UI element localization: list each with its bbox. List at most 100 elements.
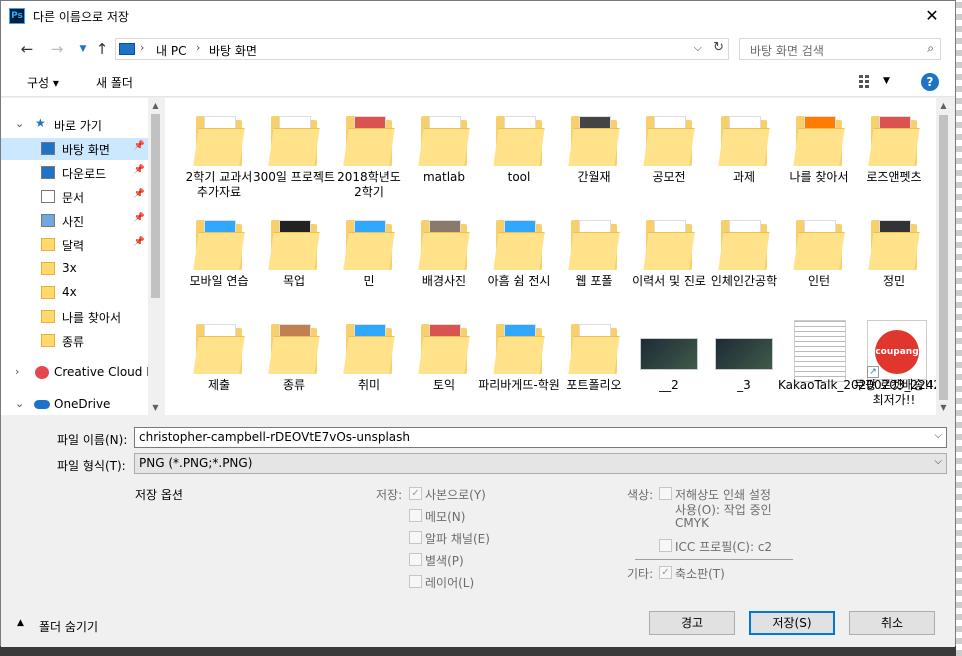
folder-item[interactable]: 과제 — [707, 104, 781, 204]
breadcrumb-desktop[interactable]: 바탕 화면 — [209, 42, 257, 59]
hide-folders-button[interactable]: ▲ 폴더 숨기기 — [17, 618, 98, 635]
view-options-icon[interactable] — [859, 75, 875, 89]
close-icon[interactable]: ✕ — [909, 1, 955, 31]
scroll-down-icon[interactable]: ▼ — [148, 400, 163, 415]
recent-locations-chevron-icon[interactable]: ▼ — [73, 39, 93, 59]
folder-item[interactable]: 2018학년도 2학기 — [332, 104, 406, 204]
thumbnail-checkbox[interactable]: ✓ — [659, 566, 672, 579]
folder-item[interactable]: 종류 — [257, 312, 331, 412]
sidebar-item-label: 다운로드 — [62, 167, 107, 181]
sidebar-item[interactable]: 종류 — [1, 330, 149, 352]
folder-item[interactable]: 민 — [332, 208, 406, 308]
back-arrow-icon[interactable]: ← — [17, 39, 37, 59]
folder-item[interactable]: 공모전 — [632, 104, 706, 204]
file-item[interactable]: __2 — [632, 312, 706, 412]
folder-thumbnail — [268, 218, 320, 274]
folder-item[interactable]: matlab — [407, 104, 481, 204]
chevron-down-icon[interactable]: ⌵ — [934, 430, 942, 441]
sidebar-item[interactable]: 사진 📌 — [1, 210, 149, 232]
filetype-select[interactable]: PNG (*.PNG;*.PNG) ⌵ — [134, 453, 947, 474]
sidebar-item[interactable]: 달력 📌 — [1, 234, 149, 256]
filename-input[interactable]: christopher-campbell-rDEOVtE7vOs-unsplas… — [134, 427, 947, 448]
file-name: 아흠 쉼 전시 — [487, 274, 551, 288]
sidebar-item[interactable]: 다운로드 📌 — [1, 162, 149, 184]
folder-item[interactable]: 정민 — [857, 208, 931, 308]
icc-profile-checkbox[interactable] — [659, 539, 672, 552]
onedrive[interactable]: ⌄ OneDrive — [1, 394, 149, 415]
scroll-down-icon[interactable]: ▼ — [936, 400, 951, 415]
refresh-icon[interactable]: ↻ — [713, 40, 724, 55]
chevron-down-icon[interactable]: ⌵ — [934, 456, 942, 467]
save-button[interactable]: 저장(S) — [749, 611, 835, 635]
chevron-down-icon[interactable]: ⌄ — [15, 397, 24, 410]
folder-item[interactable]: 이력서 및 진로 — [632, 208, 706, 308]
folder-item[interactable]: 배경사진 — [407, 208, 481, 308]
file-item[interactable]: KakaoTalk_20200203_22425584 — [778, 312, 951, 412]
color-proof-checkbox[interactable] — [659, 487, 672, 500]
save-option-checkbox[interactable] — [409, 531, 422, 544]
shortcut-thumbnail: coupang ↗ — [867, 320, 927, 380]
sidebar-item[interactable]: 바탕 화면 📌 — [1, 138, 149, 160]
folder-icon — [41, 238, 55, 251]
folder-item[interactable]: 아흠 쉼 전시 — [482, 208, 556, 308]
nav-scroll-thumb[interactable] — [151, 114, 160, 298]
folder-item[interactable]: 인턴 — [782, 208, 856, 308]
view-dropdown-icon[interactable]: ▼ — [883, 76, 890, 86]
chevron-down-icon[interactable]: ⌄ — [15, 117, 24, 130]
save-option-checkbox[interactable] — [409, 575, 422, 588]
sidebar-item[interactable]: 나를 찾아서 — [1, 306, 149, 328]
save-option-checkbox[interactable] — [409, 509, 422, 522]
cancel-button[interactable]: 취소 — [849, 611, 935, 635]
folder-item[interactable]: 로즈앤펫츠 — [857, 104, 931, 204]
chevron-right-icon[interactable]: › — [15, 365, 19, 378]
save-option-checkbox[interactable] — [409, 553, 422, 566]
folder-item[interactable]: 모바일 연습 — [182, 208, 256, 308]
sidebar-item-label: 4x — [62, 285, 77, 299]
scroll-up-icon[interactable]: ▲ — [936, 98, 951, 113]
creative-cloud-files[interactable]: › Creative Cloud Fil — [1, 362, 159, 384]
folder-thumbnail — [868, 114, 920, 170]
folder-item[interactable]: 취미 — [332, 312, 406, 412]
new-folder-button[interactable]: 새 폴더 — [96, 74, 133, 91]
photoshop-icon: Ps — [9, 8, 25, 24]
folder-item[interactable]: 웹 포폴 — [557, 208, 631, 308]
quick-access[interactable]: ⌄ ★ 바로 가기 — [1, 114, 149, 136]
sidebar-item[interactable]: 4x — [1, 282, 149, 304]
file-scroll-thumb[interactable] — [939, 115, 948, 400]
file-name: 정민 — [882, 274, 906, 288]
folder-thumbnail — [793, 218, 845, 274]
breadcrumb-pc[interactable]: 내 PC — [156, 42, 186, 59]
folder-item[interactable]: 제출 — [182, 312, 256, 412]
folder-icon — [41, 334, 55, 347]
folder-item[interactable]: 간월재 — [557, 104, 631, 204]
organize-button[interactable]: 구성 ▾ — [27, 74, 59, 91]
forward-arrow-icon[interactable]: → — [47, 39, 67, 59]
folder-item[interactable]: 포트폴리오 — [557, 312, 631, 412]
folder-item[interactable]: tool — [482, 104, 556, 204]
folder-item[interactable]: 2학기 교과서 추가자료 — [182, 104, 256, 204]
help-icon[interactable]: ? — [921, 73, 939, 91]
save-options-title: 저장 옵션 — [135, 488, 183, 502]
sidebar-item[interactable]: 3x — [1, 258, 149, 280]
up-arrow-icon[interactable]: ↑ — [92, 39, 112, 59]
folder-item[interactable]: 300일 프로젝트 — [253, 104, 335, 204]
save-options-panel: 파일 이름(N): christopher-campbell-rDEOVtE7v… — [1, 416, 955, 647]
warning-button[interactable]: 경고 — [649, 611, 735, 635]
folder-item[interactable]: 인체인간공학 — [707, 208, 781, 308]
folder-thumbnail — [718, 218, 770, 274]
search-input[interactable]: 바탕 화면 검색 ⌕ — [739, 38, 941, 60]
nav-scrollbar[interactable]: ▲ ▼ — [148, 98, 163, 415]
file-scrollbar[interactable]: ▲ ▼ — [936, 98, 951, 415]
file-item[interactable]: coupang ↗ 쿠팡 로켓배송!! 최저가!! — [854, 312, 934, 412]
folder-item[interactable]: 나를 찾아서 — [782, 104, 856, 204]
breadcrumb[interactable]: › 내 PC › 바탕 화면 ⌵ ↻ — [115, 38, 729, 60]
folder-item[interactable]: 목업 — [257, 208, 331, 308]
scroll-up-icon[interactable]: ▲ — [148, 98, 163, 113]
save-option-checkbox[interactable]: ✓ — [409, 487, 422, 500]
file-item[interactable]: _3 — [707, 312, 781, 412]
folder-item[interactable]: 토익 — [407, 312, 481, 412]
sidebar-item[interactable]: 문서 📌 — [1, 186, 149, 208]
folder-icon — [41, 310, 55, 323]
folder-item[interactable]: 파리바게뜨-학원 — [478, 312, 560, 412]
chevron-down-icon[interactable]: ⌵ — [694, 41, 702, 55]
